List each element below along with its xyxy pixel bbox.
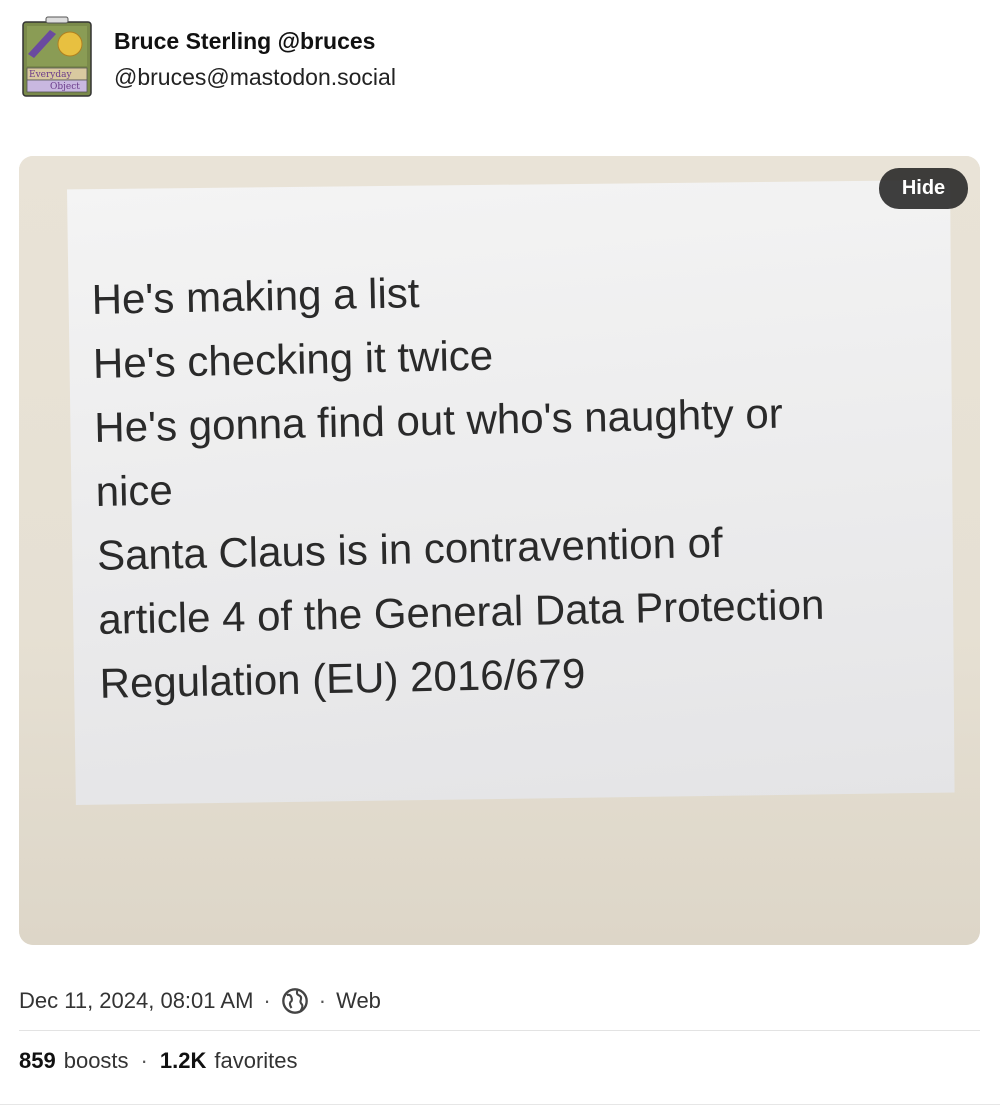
avatar[interactable]: Everyday Object [20,16,94,98]
sign-text: He's making a list He's checking it twic… [91,251,920,716]
separator: · [263,988,271,1013]
post-client: Web [336,988,381,1013]
avatar-image: Everyday Object [22,16,92,97]
favorites-label[interactable]: favorites [214,1048,297,1074]
display-name[interactable]: Bruce Sterling @bruces [114,26,396,56]
favorites-count[interactable]: 1.2K [160,1048,206,1074]
globe-icon [281,987,309,1015]
separator: · [140,1048,148,1073]
post-stats: 859 boosts · 1.2K favorites [19,1046,298,1076]
avatar-text-object: Object [50,82,80,92]
author-names: Bruce Sterling @bruces @bruces@mastodon.… [114,16,396,92]
hide-media-button[interactable]: Hide [879,168,968,209]
divider [0,1104,1000,1105]
post-timestamp[interactable]: Dec 11, 2024, 08:01 AM [19,988,253,1014]
boosts-label[interactable]: boosts [64,1048,129,1074]
avatar-text-everyday: Everyday [29,70,72,80]
post-header: Everyday Object Bruce Sterling @bruces @… [20,16,396,98]
boosts-count[interactable]: 859 [19,1048,56,1074]
divider [19,1030,980,1031]
account-handle[interactable]: @bruces@mastodon.social [114,62,396,92]
media-attachment[interactable]: He's making a list He's checking it twic… [19,156,980,945]
separator: · [318,988,327,1013]
post-meta: Dec 11, 2024, 08:01 AM · · Web [19,986,381,1016]
